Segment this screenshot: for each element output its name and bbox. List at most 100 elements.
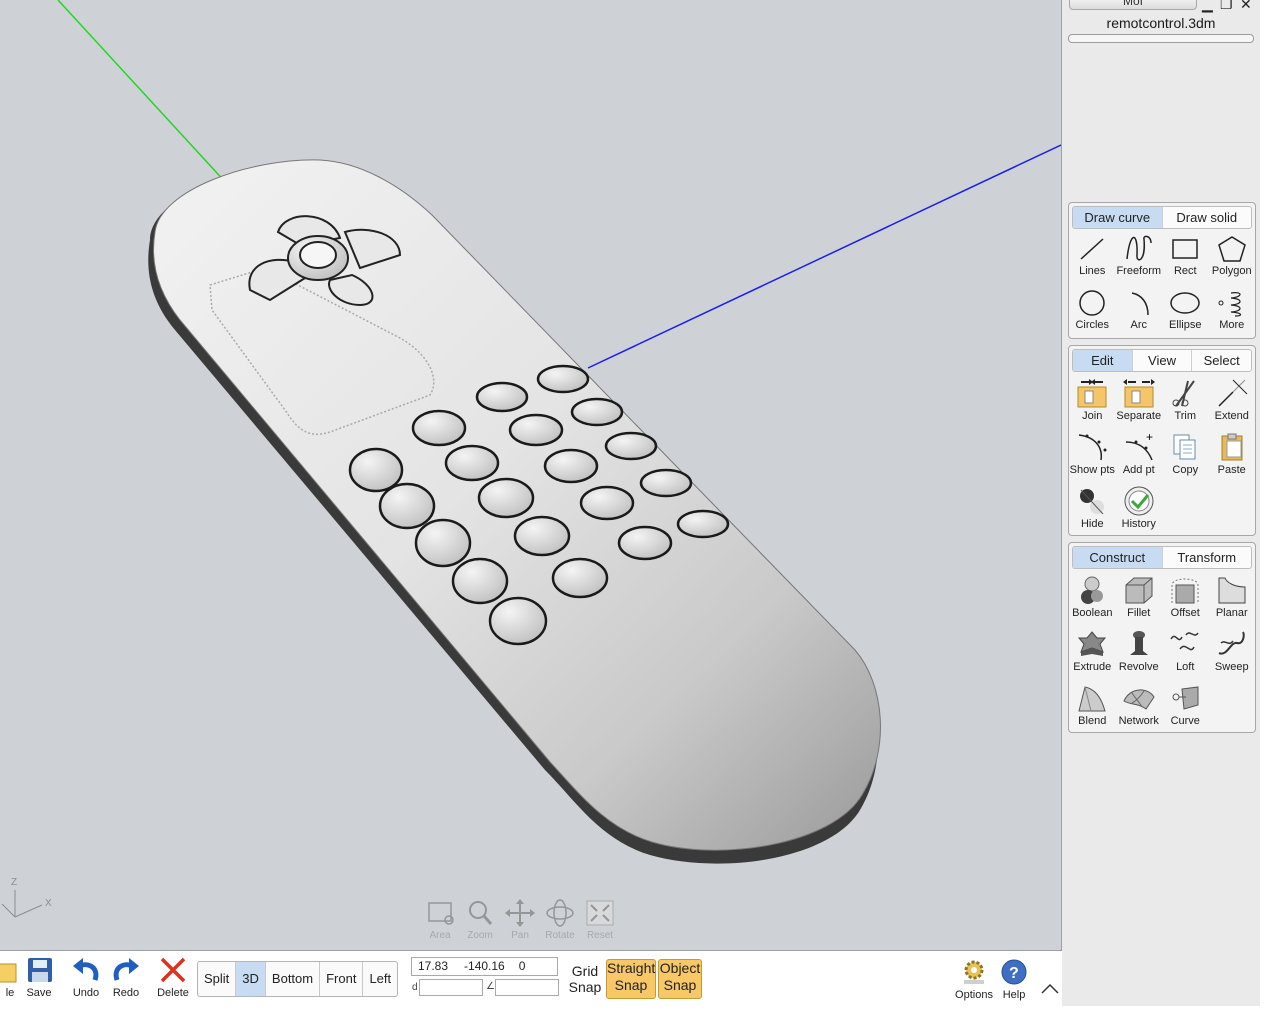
blend-tool[interactable]: Blend — [1069, 679, 1116, 733]
object-snap-line2: Snap — [663, 977, 697, 993]
tool-label: Join — [1082, 410, 1103, 422]
document-title: remotcontrol.3dm — [1106, 15, 1216, 31]
view-navigation-toolbar: Area Zoom Pan Rotate Reset — [420, 898, 620, 941]
ellipse-tool[interactable]: Ellipse — [1162, 285, 1209, 339]
planar-tool[interactable]: Planar — [1209, 571, 1256, 625]
rect-tool[interactable]: Rect — [1162, 231, 1209, 285]
object-snap-line1: Object — [659, 960, 701, 976]
boolean-icon — [1081, 576, 1104, 604]
save-label: Save — [26, 987, 52, 999]
axis-tripod: Z X — [1, 877, 52, 918]
hide-icon — [1080, 489, 1105, 515]
lines-tool[interactable]: Lines — [1069, 231, 1116, 285]
trim-tool[interactable]: Trim — [1162, 374, 1209, 428]
view-3d-button[interactable]: 3D — [236, 962, 266, 996]
tool-label: History — [1121, 518, 1156, 530]
revolve-tool[interactable]: Revolve — [1116, 625, 1163, 679]
delete-button[interactable]: Delete — [152, 956, 194, 999]
undo-icon — [73, 958, 99, 981]
edit-palette: Edit View Select Join Separate Trim Exte… — [1068, 345, 1256, 536]
svg-text:?: ? — [1009, 965, 1019, 982]
view-split-button[interactable]: Split — [198, 962, 237, 996]
offset-tool[interactable]: Offset — [1162, 571, 1209, 625]
remote-control-model[interactable] — [0, 0, 1061, 950]
redo-button[interactable]: Redo — [105, 956, 147, 999]
extrude-tool[interactable]: Extrude — [1069, 625, 1116, 679]
more-tool[interactable]: More — [1209, 285, 1256, 339]
tool-label: Trim — [1174, 410, 1197, 422]
separate-tool[interactable]: Separate — [1116, 374, 1163, 428]
tool-label: More — [1219, 319, 1245, 331]
coord-x: 17.83 — [418, 959, 449, 973]
tool-label: Sweep — [1214, 661, 1249, 673]
fillet-tool[interactable]: Fillet — [1116, 571, 1163, 625]
angle-input[interactable] — [495, 979, 559, 996]
coordinate-input[interactable]: 17.83 -140.16 0 — [411, 957, 558, 976]
expand-panel-button[interactable] — [1040, 980, 1060, 999]
tab-transform[interactable]: Transform — [1163, 547, 1252, 568]
copy-tool[interactable]: Copy — [1162, 428, 1209, 482]
close-icon[interactable]: ✕ — [1240, 0, 1252, 13]
help-button[interactable]: ? Help — [991, 958, 1037, 1001]
rotate-button[interactable]: Rotate — [540, 898, 580, 941]
curve-tool[interactable]: Curve — [1162, 679, 1209, 733]
polygon-icon — [1217, 236, 1246, 262]
help-label: Help — [1002, 989, 1026, 1001]
tab-view[interactable]: View — [1133, 350, 1193, 371]
3d-viewport[interactable]: Z X Area Zoom Pan Rotate Reset — [0, 0, 1062, 951]
tab-draw-solid[interactable]: Draw solid — [1163, 207, 1252, 228]
tool-label: Network — [1118, 715, 1159, 727]
show-points-tool[interactable]: Show pts — [1069, 428, 1116, 482]
zoom-button[interactable]: Zoom — [460, 898, 500, 941]
tab-edit[interactable]: Edit — [1073, 350, 1133, 371]
delete-label: Delete — [157, 987, 189, 999]
nav-tool-label: Rotate — [545, 930, 575, 941]
tool-label: Lines — [1079, 265, 1106, 277]
tool-label: Planar — [1215, 607, 1248, 619]
view-left-button[interactable]: Left — [363, 962, 397, 996]
undo-button[interactable]: Undo — [65, 956, 107, 999]
object-snap-toggle[interactable]: Object Snap — [658, 959, 702, 999]
save-icon — [28, 958, 52, 982]
progress-bar — [1068, 34, 1254, 43]
arc-tool[interactable]: Arc — [1116, 285, 1163, 339]
join-tool[interactable]: Join — [1069, 374, 1116, 428]
hide-tool[interactable]: Hide — [1069, 482, 1116, 536]
view-bottom-button[interactable]: Bottom — [266, 962, 321, 996]
folder-icon — [0, 963, 17, 983]
extend-tool[interactable]: Extend — [1209, 374, 1256, 428]
grid-snap-toggle[interactable]: Grid Snap — [567, 963, 603, 995]
nav-tool-label: Zoom — [467, 930, 493, 941]
straight-snap-toggle[interactable]: Straight Snap — [606, 959, 656, 999]
coord-y: -140.16 — [464, 959, 505, 973]
extend-icon — [1218, 379, 1248, 407]
minimize-icon[interactable]: ▁ — [1202, 0, 1213, 13]
history-tool[interactable]: History — [1116, 482, 1163, 536]
pan-button[interactable]: Pan — [500, 898, 540, 941]
boolean-tool[interactable]: Boolean — [1069, 571, 1116, 625]
sweep-tool[interactable]: Sweep — [1209, 625, 1256, 679]
freeform-tool[interactable]: Freeform — [1116, 231, 1163, 285]
add-point-tool[interactable]: + Add pt — [1116, 428, 1163, 482]
tab-construct[interactable]: Construct — [1073, 547, 1163, 568]
restore-icon[interactable]: ❐ — [1220, 0, 1233, 13]
delete-x-icon — [160, 957, 186, 983]
reset-view-button[interactable]: Reset — [580, 898, 620, 941]
add-point-icon: + — [1125, 432, 1153, 461]
tab-draw-curve[interactable]: Draw curve — [1073, 207, 1163, 228]
redo-icon — [113, 958, 139, 981]
distance-input[interactable] — [419, 979, 483, 996]
tool-label: Blend — [1078, 715, 1107, 727]
loft-tool[interactable]: Loft — [1162, 625, 1209, 679]
circles-tool[interactable]: Circles — [1069, 285, 1116, 339]
undo-label: Undo — [72, 987, 100, 999]
polygon-tool[interactable]: Polygon — [1209, 231, 1256, 285]
area-zoom-button[interactable]: Area — [420, 898, 460, 941]
view-front-button[interactable]: Front — [320, 962, 364, 996]
save-button[interactable]: Save — [18, 956, 60, 999]
tab-select[interactable]: Select — [1192, 350, 1251, 371]
app-menu-button[interactable]: MoI — [1069, 0, 1197, 10]
network-tool[interactable]: Network — [1116, 679, 1163, 733]
paste-tool[interactable]: Paste — [1209, 428, 1256, 482]
nav-tool-label: Pan — [511, 930, 529, 941]
